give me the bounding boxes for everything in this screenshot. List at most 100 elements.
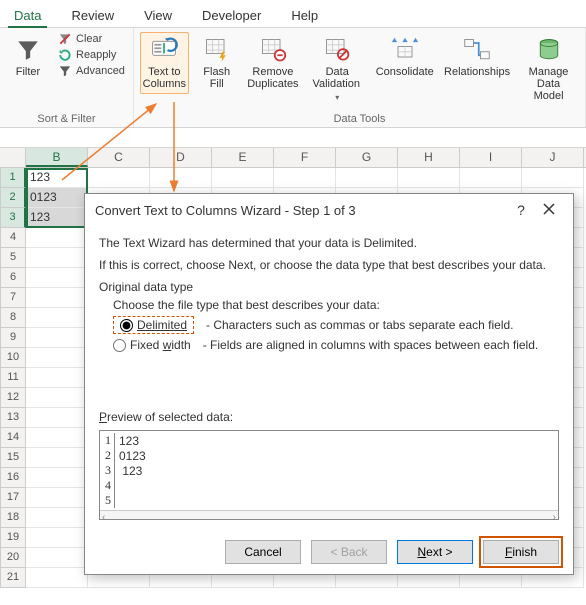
cell[interactable]: 0123 [26, 188, 88, 208]
cell[interactable] [26, 488, 88, 508]
grid-row[interactable]: 1123 [0, 168, 586, 188]
group-label-data-tools: Data Tools [140, 111, 579, 125]
row-header[interactable]: 4 [0, 228, 26, 248]
row-header[interactable]: 14 [0, 428, 26, 448]
cell[interactable] [398, 168, 460, 188]
cell[interactable] [26, 508, 88, 528]
radio-fixed-width[interactable]: Fixed width [113, 338, 191, 352]
cell[interactable] [274, 168, 336, 188]
row-header[interactable]: 11 [0, 368, 26, 388]
row-header[interactable]: 3 [0, 208, 26, 228]
cell[interactable]: 123 [26, 168, 88, 188]
row-header[interactable]: 15 [0, 448, 26, 468]
cell[interactable] [26, 548, 88, 568]
col-header-j[interactable]: J [522, 148, 584, 167]
preview-box[interactable]: 1123201233 12345 ‹› [99, 430, 559, 520]
flash-fill-button[interactable]: Flash Fill [195, 32, 239, 94]
col-header-i[interactable]: I [460, 148, 522, 167]
cell[interactable] [522, 168, 584, 188]
next-button[interactable]: Next > [397, 540, 473, 564]
relationships-button[interactable]: Relationships [442, 32, 512, 82]
row-header[interactable]: 2 [0, 188, 26, 208]
row-header[interactable]: 13 [0, 408, 26, 428]
consolidate-button[interactable]: Consolidate [373, 32, 436, 82]
cell[interactable] [88, 168, 150, 188]
data-validation-label: Data Validation ▾ [311, 66, 363, 104]
row-header[interactable]: 6 [0, 268, 26, 288]
cell[interactable] [26, 568, 88, 588]
cancel-button[interactable]: Cancel [225, 540, 301, 564]
clear-button[interactable]: Clear [56, 32, 127, 46]
advanced-button[interactable]: Advanced [56, 64, 127, 78]
cell[interactable] [26, 408, 88, 428]
row-header[interactable]: 1 [0, 168, 26, 188]
cell[interactable] [26, 288, 88, 308]
radio-delimited[interactable]: Delimited [113, 316, 194, 334]
col-header-e[interactable]: E [212, 148, 274, 167]
fixed-description: - Fields are aligned in columns with spa… [203, 338, 539, 352]
preview-row-number: 5 [102, 493, 115, 508]
tab-data[interactable]: Data [8, 4, 47, 27]
cell[interactable] [26, 388, 88, 408]
help-button[interactable]: ? [507, 202, 535, 218]
cell[interactable]: 123 [26, 208, 88, 228]
cell[interactable] [26, 268, 88, 288]
cell[interactable] [26, 348, 88, 368]
tab-review[interactable]: Review [65, 4, 120, 27]
manage-data-model-button[interactable]: Manage Data Model [518, 32, 579, 106]
radio-delimited-input[interactable] [120, 319, 133, 332]
col-header-f[interactable]: F [274, 148, 336, 167]
row-header[interactable]: 8 [0, 308, 26, 328]
data-validation-button[interactable]: Data Validation ▾ [307, 32, 367, 108]
col-header-h[interactable]: H [398, 148, 460, 167]
cell[interactable] [26, 308, 88, 328]
cell[interactable] [460, 168, 522, 188]
row-header[interactable]: 7 [0, 288, 26, 308]
tab-view[interactable]: View [138, 4, 178, 27]
cell[interactable] [26, 368, 88, 388]
cell[interactable] [26, 468, 88, 488]
radio-fixed-input[interactable] [113, 339, 126, 352]
row-header[interactable]: 16 [0, 468, 26, 488]
tab-help[interactable]: Help [285, 4, 324, 27]
delimited-description: - Characters such as commas or tabs sepa… [206, 318, 513, 332]
row-header[interactable]: 5 [0, 248, 26, 268]
row-header[interactable]: 9 [0, 328, 26, 348]
tab-developer[interactable]: Developer [196, 4, 267, 27]
preview-row: 1123 [102, 433, 150, 448]
close-button[interactable] [535, 202, 563, 218]
row-header[interactable]: 20 [0, 548, 26, 568]
cell[interactable] [26, 228, 88, 248]
cell[interactable] [150, 168, 212, 188]
col-header-b[interactable]: B [26, 148, 88, 167]
cell[interactable] [26, 328, 88, 348]
manage-data-model-label: Manage Data Model [522, 66, 575, 102]
remove-duplicates-button[interactable]: Remove Duplicates [245, 32, 301, 94]
cell[interactable] [26, 528, 88, 548]
row-header[interactable]: 21 [0, 568, 26, 588]
text-to-columns-button[interactable]: Text to Columns [140, 32, 189, 94]
filter-label: Filter [16, 66, 40, 78]
reapply-button[interactable]: Reapply [56, 48, 127, 62]
preview-row-value: 123 [115, 433, 150, 448]
col-header-c[interactable]: C [88, 148, 150, 167]
cell[interactable] [26, 248, 88, 268]
select-all-corner[interactable] [0, 148, 26, 167]
finish-button[interactable]: Finish [483, 540, 559, 564]
cell[interactable] [26, 448, 88, 468]
cell[interactable] [336, 168, 398, 188]
row-header[interactable]: 10 [0, 348, 26, 368]
row-header[interactable]: 18 [0, 508, 26, 528]
filter-button[interactable]: Filter [6, 32, 50, 82]
filter-sublist: Clear Reapply Advanced [56, 32, 127, 78]
row-header[interactable]: 17 [0, 488, 26, 508]
formula-bar[interactable] [0, 128, 586, 148]
preview-table: 1123201233 12345 [102, 433, 150, 508]
row-header[interactable]: 19 [0, 528, 26, 548]
cell[interactable] [212, 168, 274, 188]
cell[interactable] [26, 428, 88, 448]
col-header-g[interactable]: G [336, 148, 398, 167]
col-header-d[interactable]: D [150, 148, 212, 167]
horizontal-scrollbar[interactable]: ‹› [100, 510, 558, 520]
row-header[interactable]: 12 [0, 388, 26, 408]
